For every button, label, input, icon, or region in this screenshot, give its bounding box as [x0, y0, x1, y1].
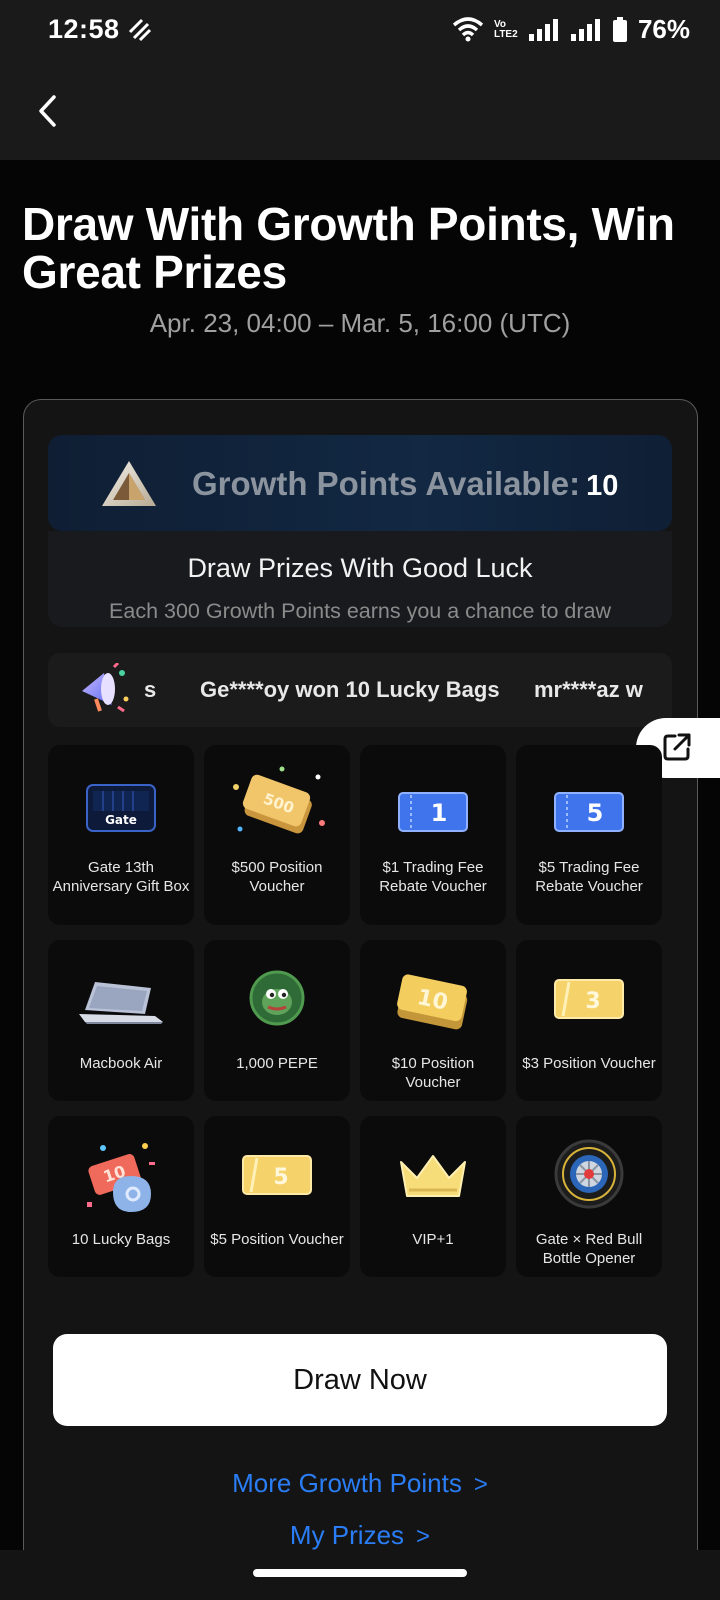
prize-label: $5 Position Voucher — [210, 1231, 344, 1248]
battery-percent: 76% — [637, 14, 690, 44]
wifi-icon — [452, 16, 484, 41]
prize-tile: 5 $5 Trading Fee Rebate Voucher — [516, 745, 662, 925]
prize-tile: 5 $5 Position Voucher — [204, 1116, 350, 1277]
voucher-badge: 5 — [273, 1165, 288, 1190]
prize-label: 10 Lucky Bags — [71, 1231, 171, 1248]
chevron-right-icon: > — [473, 1471, 488, 1498]
status-bar: 12:58 Vo LTE2 76% — [0, 0, 720, 64]
status-icons: Vo LTE2 76% — [452, 14, 690, 45]
laptop-icon — [79, 982, 163, 1024]
battery-icon — [612, 16, 627, 42]
prize-tile: 10 $10 Position Voucher — [360, 940, 506, 1101]
date-range: Apr. 23, 04:00 – Mar. 5, 16:00 (UTC) — [149, 308, 571, 338]
my-prizes-label: My Prizes — [289, 1520, 405, 1550]
points-label-text: Growth Points Available: — [192, 465, 581, 502]
data-saver-icon — [128, 18, 152, 42]
prize-tile: VIP+1 — [360, 1116, 506, 1277]
my-prizes-link[interactable]: My Prizes > — [0, 1520, 720, 1551]
prize-tile: 1 $1 Trading Fee Rebate Voucher — [360, 745, 506, 925]
prize-label: Gate × Red Bull Bottle Opener — [535, 1231, 643, 1267]
draw-subtitle: Each 300 Growth Points earns you a chanc… — [109, 599, 611, 623]
gift-box-icon: Gate — [86, 784, 156, 832]
ticket-1-icon: 1 — [398, 792, 468, 832]
crown-icon — [400, 1155, 466, 1197]
prize-tile: 1,000 PEPE — [204, 940, 350, 1101]
signal-icon-2 — [570, 18, 600, 41]
prize-label: Gate 13th Anniversary Gift Box — [52, 859, 190, 895]
ticker-item: Ge****oy won 10 Lucky Bags — [200, 677, 500, 702]
prize-tile: Gate Gate 13th Anniversary Gift Box — [48, 745, 194, 925]
prize-label: Macbook Air — [79, 1055, 163, 1072]
ticket-5-icon: 5 — [554, 792, 624, 832]
gift-box-brand: Gate — [105, 813, 137, 827]
points-panel: Growth Points Available: 10 — [48, 435, 672, 531]
prize-label: $1 Trading Fee Rebate Voucher — [379, 859, 487, 895]
voucher-500-icon: 500 — [233, 766, 325, 834]
ticker-item: s — [144, 677, 157, 702]
prize-tile: 3 $3 Position Voucher — [516, 940, 662, 1101]
draw-title: Draw Prizes With Good Luck — [187, 553, 533, 583]
winner-ticker: s Ge****oy won 10 Lucky Bags mr****az w — [48, 653, 672, 727]
prize-label: $5 Trading Fee Rebate Voucher — [535, 859, 643, 895]
prize-tile: Macbook Air — [48, 940, 194, 1101]
prize-label: VIP+1 — [412, 1231, 454, 1248]
share-external-icon — [663, 733, 691, 761]
voucher-10-icon: 10 — [397, 974, 468, 1030]
ticket-badge: 5 — [587, 799, 604, 827]
signal-icon-1 — [528, 18, 558, 41]
chevron-right-icon: > — [416, 1523, 431, 1550]
voucher-badge: 3 — [585, 989, 600, 1014]
growth-points-logo-icon — [102, 461, 156, 506]
prize-tile: Gate × Red Bull Bottle Opener — [516, 1116, 662, 1277]
prize-tile: 10 10 Lucky Bags — [48, 1116, 194, 1277]
prize-label: $500 Position Voucher — [231, 859, 323, 895]
volte-label: Vo LTE2 — [493, 18, 518, 40]
prize-label: $10 Position Voucher — [391, 1055, 475, 1091]
draw-now-button[interactable]: Draw Now — [53, 1334, 667, 1426]
ticket-badge: 1 — [431, 799, 448, 827]
more-growth-points-link[interactable]: More Growth Points > — [0, 1468, 720, 1499]
points-label: Growth Points Available: 10 — [192, 465, 618, 503]
page-title: Draw With Growth Points, Win Great Prize… — [22, 198, 675, 298]
nav-bar — [0, 64, 720, 160]
back-button[interactable] — [22, 86, 72, 136]
pepe-coin-icon — [249, 970, 305, 1026]
ticker-item: mr****az w — [534, 677, 643, 702]
prize-label: 1,000 PEPE — [236, 1055, 318, 1072]
voucher-3-icon: 3 — [554, 979, 624, 1019]
voucher-5-icon: 5 — [242, 1155, 312, 1195]
home-indicator[interactable] — [253, 1569, 467, 1577]
status-time: 12:58 — [48, 14, 120, 44]
lucky-bags-icon: 10 — [87, 1143, 155, 1212]
megaphone-icon — [82, 663, 129, 713]
more-growth-points-label: More Growth Points — [232, 1468, 462, 1498]
points-value: 10 — [586, 470, 619, 502]
tire-icon — [554, 1139, 624, 1209]
prize-label: $3 Position Voucher — [522, 1055, 656, 1072]
chevron-left-icon — [39, 95, 56, 127]
prize-tile: 500 $500 Position Voucher — [204, 745, 350, 925]
